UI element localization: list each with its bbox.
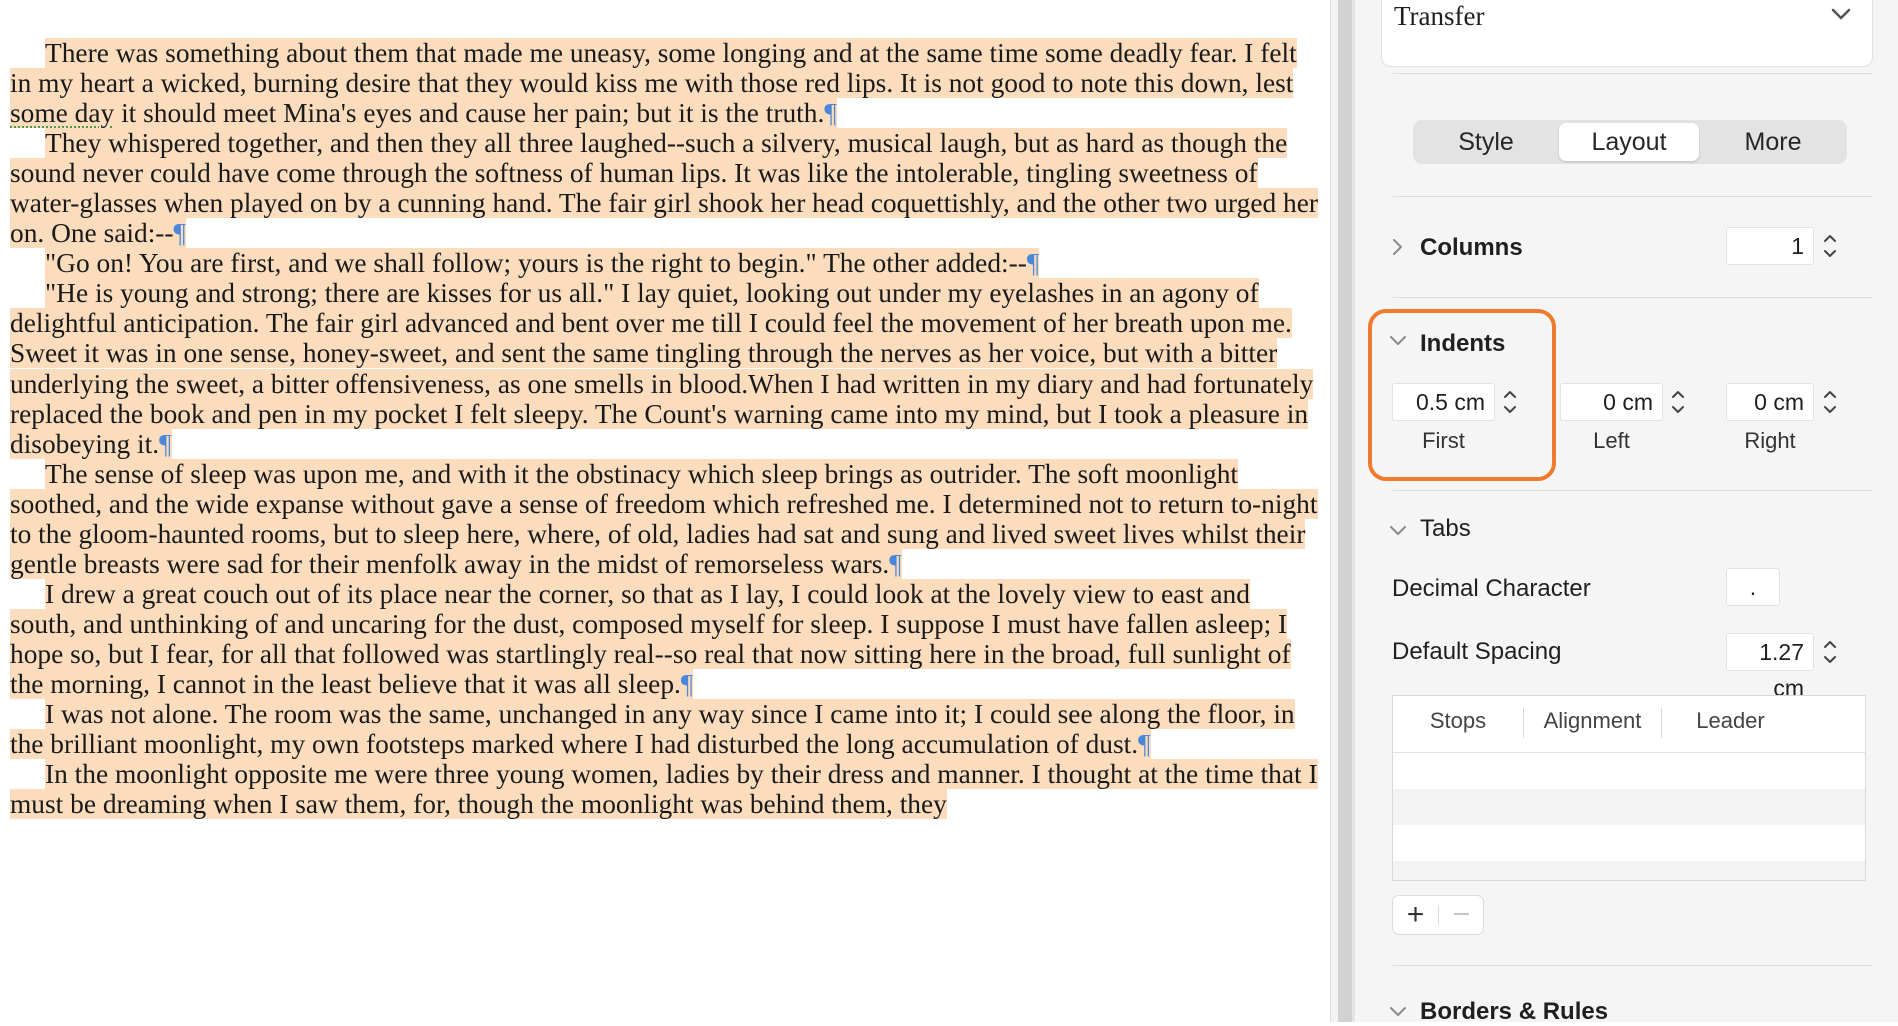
selected-text: "Go on! You are first, and we shall foll… [45,248,1027,279]
document-paragraph[interactable]: I was not alone. The room was the same, … [10,699,1320,760]
document-paragraph[interactable]: In the moonlight opposite me were three … [10,759,1320,820]
document-canvas[interactable]: There was something about them that made… [0,0,1330,1022]
columns-label: Columns [1420,234,1523,261]
selected-text: They whispered together, and then they a… [10,128,1318,249]
divider [1393,196,1873,197]
default-spacing-stepper[interactable] [1820,634,1840,670]
selected-text: There was something about them that made… [10,38,1297,129]
selected-text: The sense of sleep was upon me, and with… [10,458,1318,579]
left-indent-field[interactable]: 0 cm [1560,383,1663,421]
add-remove-control: + − [1392,895,1484,935]
selected-text: "He is young and strong; there are kisse… [10,278,1314,459]
chevron-right-icon[interactable] [1391,238,1405,261]
selected-text: In the moonlight opposite me were three … [10,759,1318,820]
document-paragraph[interactable]: "He is young and strong; there are kisse… [10,278,1320,459]
transfer-dropdown[interactable]: Transfer [1381,0,1873,67]
paragraph-mark-icon: ¶ [680,668,694,699]
default-spacing-field[interactable]: 1.27 cm [1726,633,1814,701]
paragraph-mark-icon: ¶ [824,98,837,129]
add-tab-stop-button[interactable]: + [1393,896,1438,934]
right-indent-stepper[interactable] [1820,384,1840,420]
tab-more[interactable]: More [1702,123,1844,161]
decimal-character-label: Decimal Character [1392,575,1591,602]
document-paragraph[interactable]: The sense of sleep was upon me, and with… [10,458,1320,579]
format-inspector: Transfer Style Layout More Columns 1 Ind… [1355,0,1898,1025]
chevron-down-icon[interactable] [1389,1005,1407,1024]
transfer-label: Transfer [1394,1,1485,31]
paragraph-mark-icon: ¶ [1026,248,1040,279]
left-indent-stepper[interactable] [1668,384,1688,420]
tabs-label: Tabs [1420,515,1471,542]
inspector-tab-control: Style Layout More [1413,120,1847,164]
spellcheck-flag[interactable]: some day [10,98,114,128]
paragraph-mark-icon: ¶ [173,218,186,249]
document-paragraph[interactable]: I drew a great couch out of its place ne… [10,578,1320,699]
right-indent-field[interactable]: 0 cm [1726,383,1814,421]
divider [1393,965,1873,966]
chevron-down-icon[interactable] [1828,1,1854,32]
default-spacing-label: Default Spacing [1392,638,1562,665]
first-indent-highlight [1368,309,1556,481]
document-body[interactable]: There was something about them that made… [10,38,1320,820]
paragraph-mark-icon: ¶ [159,428,172,459]
right-indent-label: Right [1744,428,1796,453]
columns-stepper[interactable] [1820,228,1840,264]
divider [1393,297,1873,298]
column-header-stops[interactable]: Stops [1393,708,1523,734]
document-paragraph[interactable]: They whispered together, and then they a… [10,128,1320,249]
table-row[interactable] [1393,861,1865,880]
tab-style[interactable]: Style [1416,123,1556,161]
table-row[interactable] [1393,753,1865,789]
divider [1393,490,1873,491]
chevron-down-icon[interactable] [1389,524,1407,543]
column-header-leader[interactable]: Leader [1662,708,1799,734]
column-header-alignment[interactable]: Alignment [1524,708,1661,734]
tab-layout[interactable]: Layout [1559,123,1699,161]
paragraph-mark-icon: ¶ [889,548,902,579]
document-paragraph[interactable]: "Go on! You are first, and we shall foll… [10,248,1320,279]
divider [1393,73,1873,74]
table-row[interactable] [1393,789,1865,825]
document-paragraph[interactable]: There was something about them that made… [10,38,1320,129]
columns-field[interactable]: 1 [1726,227,1814,265]
remove-tab-stop-button[interactable]: − [1439,896,1484,934]
tab-stops-table[interactable]: Stops Alignment Leader [1392,695,1866,881]
selected-text: I was not alone. The room was the same, … [10,699,1295,760]
selected-text: I drew a great couch out of its place ne… [10,578,1291,699]
left-indent-label: Left [1593,428,1630,453]
paragraph-mark-icon: ¶ [1138,729,1151,760]
split-divider-handle[interactable] [1338,0,1352,1022]
decimal-character-field[interactable]: . [1726,568,1780,606]
table-row[interactable] [1393,825,1865,861]
